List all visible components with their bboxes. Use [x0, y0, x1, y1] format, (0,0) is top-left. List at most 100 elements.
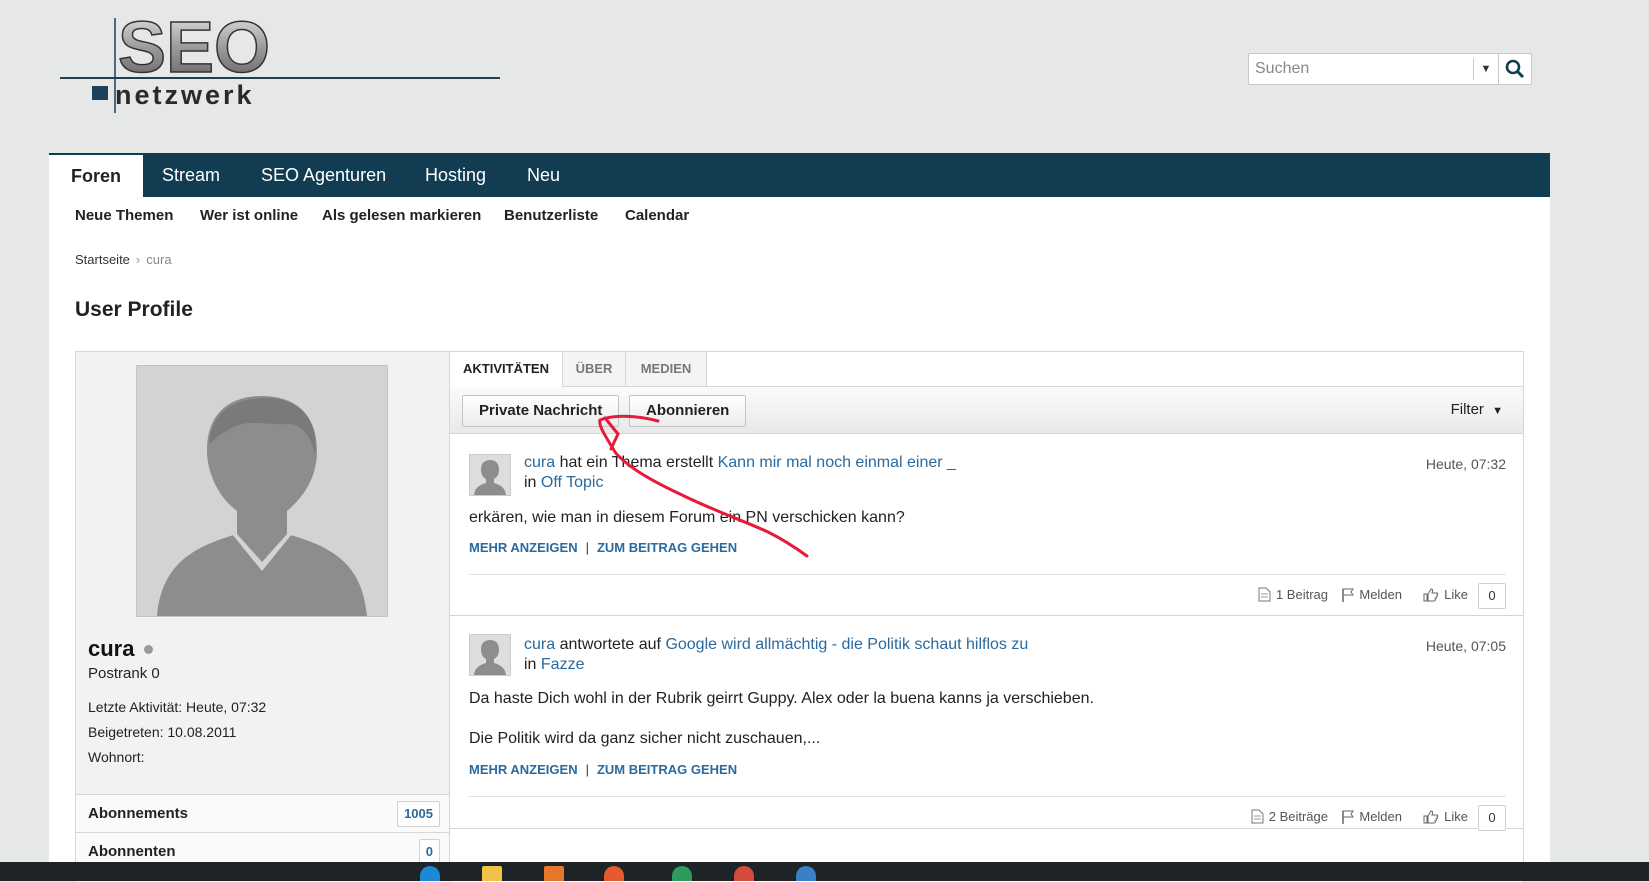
store-icon[interactable] — [544, 866, 564, 881]
activity-toolbar: Private Nachricht Abonnieren Filter ▼ — [450, 387, 1523, 434]
like-button[interactable]: Like — [1423, 809, 1468, 824]
tab-medien[interactable]: MEDIEN — [626, 352, 707, 386]
post-avatar[interactable] — [469, 454, 511, 496]
search-input[interactable] — [1249, 55, 1473, 83]
stat-row-abonnements[interactable]: Abonnements 1005 — [76, 794, 450, 832]
like-button[interactable]: Like — [1423, 587, 1468, 602]
search-options-dropdown[interactable]: ▼ — [1473, 58, 1498, 80]
chevron-right-icon: › — [135, 252, 141, 267]
tab-ueber[interactable]: ÜBER — [563, 352, 626, 386]
breadcrumb: Startseite › cura — [75, 252, 172, 267]
profile-username: cura — [88, 636, 135, 661]
profile-location: Wohnort: — [88, 749, 145, 765]
post-header: cura antwortete auf Google wird allmächt… — [524, 636, 1028, 654]
edge-icon[interactable] — [420, 866, 440, 881]
activity-post: cura antwortete auf Google wird allmächt… — [450, 616, 1523, 831]
post-forum-line: in Fazze — [524, 656, 584, 674]
folder-icon[interactable] — [482, 866, 502, 881]
firefox-icon[interactable] — [604, 866, 624, 881]
like-count: 0 — [1478, 583, 1506, 609]
profile-joined: Beigetreten: 10.08.2011 — [88, 724, 237, 740]
stat-label: Abonnenten — [88, 843, 176, 860]
goto-post-link[interactable]: ZUM BEITRAG GEHEN — [597, 762, 737, 777]
online-status-icon — [144, 645, 153, 654]
post-thread-link[interactable]: Kann mir mal noch einmal einer _ — [718, 454, 956, 471]
show-more-link[interactable]: MEHR ANZEIGEN — [469, 540, 578, 555]
user-silhouette-icon — [474, 640, 506, 675]
post-text: Da haste Dich wohl in der Rubrik geirrt … — [469, 690, 1094, 707]
post-time: Heute, 07:32 — [1425, 456, 1506, 472]
app-icon[interactable] — [796, 866, 816, 881]
private-message-button[interactable]: Private Nachricht — [462, 395, 620, 427]
profile-rank: Postrank 0 — [88, 665, 160, 682]
user-silhouette-icon — [157, 396, 367, 616]
caret-down-icon: ▼ — [1492, 405, 1503, 417]
report-label: Melden — [1359, 587, 1402, 602]
post-text: Die Politik wird da ganz sicher nicht zu… — [469, 730, 821, 747]
search-bar: ▼ — [1248, 53, 1532, 85]
like-count: 0 — [1478, 805, 1506, 831]
search-box: ▼ — [1248, 53, 1499, 85]
report-button[interactable]: Melden — [1342, 809, 1402, 824]
post-forum-link[interactable]: Off Topic — [541, 474, 604, 491]
thumbs-up-icon — [1423, 587, 1439, 601]
post-replies-label: 1 Beitrag — [1275, 587, 1328, 602]
subscribe-button[interactable]: Abonnieren — [629, 395, 747, 427]
subnav-benutzerliste[interactable]: Benutzerliste — [504, 207, 598, 224]
subnav-als-gelesen-markieren[interactable]: Als gelesen markieren — [322, 207, 481, 224]
os-taskbar — [0, 862, 1649, 881]
post-replies[interactable]: 1 Beitrag — [1258, 587, 1328, 602]
search-icon — [1505, 59, 1525, 79]
post-links: MEHR ANZEIGEN | ZUM BEITRAG GEHEN — [469, 762, 737, 777]
stat-label: Abonnements — [88, 805, 189, 822]
post-forum-line: in Off Topic — [524, 474, 603, 492]
like-label: Like — [1444, 809, 1468, 824]
breadcrumb-current: cura — [146, 252, 172, 267]
activity-post: cura hat ein Thema erstellt Kann mir mal… — [450, 434, 1523, 616]
post-header: cura hat ein Thema erstellt Kann mir mal… — [524, 454, 956, 472]
flag-icon — [1342, 810, 1355, 824]
site-logo[interactable]: SEO netzwerk — [60, 8, 500, 118]
sub-navigation: Neue Themen Wer ist online Als gelesen m… — [49, 197, 1550, 236]
search-button[interactable] — [1499, 53, 1532, 85]
post-thread-link[interactable]: Google wird allmächtig - die Politik sch… — [665, 636, 1028, 653]
ie-icon[interactable] — [672, 866, 692, 881]
profile-last-activity: Letzte Aktivität: Heute, 07:32 — [88, 699, 267, 715]
report-button[interactable]: Melden — [1342, 587, 1402, 602]
nav-tab-neu[interactable]: Neu — [527, 153, 560, 197]
post-footer: 2 Beiträge Melden Like 0 — [469, 796, 1506, 837]
link-separator: | — [585, 762, 589, 777]
profile-tabs: AKTIVITÄTEN ÜBER MEDIEN — [450, 352, 1523, 387]
show-more-link[interactable]: MEHR ANZEIGEN — [469, 762, 578, 777]
subnav-neue-themen[interactable]: Neue Themen — [75, 207, 173, 224]
post-avatar[interactable] — [469, 634, 511, 676]
document-icon — [1251, 809, 1264, 824]
report-label: Melden — [1359, 809, 1402, 824]
nav-tab-seo-agenturen[interactable]: SEO Agenturen — [261, 153, 386, 197]
logo-text-bottom: netzwerk — [115, 80, 255, 110]
post-replies-label: 2 Beiträge — [1268, 809, 1328, 824]
subnav-wer-ist-online[interactable]: Wer ist online — [200, 207, 298, 224]
chrome-icon[interactable] — [734, 866, 754, 881]
activity-panel: AKTIVITÄTEN ÜBER MEDIEN Private Nachrich… — [449, 351, 1524, 882]
like-label: Like — [1444, 587, 1468, 602]
post-text: erkären, wie man in diesem Forum ein PN … — [469, 509, 905, 526]
post-replies[interactable]: 2 Beiträge — [1251, 809, 1328, 824]
goto-post-link[interactable]: ZUM BEITRAG GEHEN — [597, 540, 737, 555]
tab-aktivitaeten[interactable]: AKTIVITÄTEN — [450, 352, 563, 387]
post-user-link[interactable]: cura — [524, 454, 555, 471]
nav-tab-hosting[interactable]: Hosting — [425, 153, 486, 197]
subnav-calendar[interactable]: Calendar — [625, 207, 689, 224]
post-user-link[interactable]: cura — [524, 636, 555, 653]
post-action: hat ein Thema erstellt — [559, 454, 714, 471]
breadcrumb-home-link[interactable]: Startseite — [75, 252, 130, 267]
stat-count[interactable]: 1005 — [397, 801, 440, 827]
nav-tab-foren[interactable]: Foren — [49, 155, 144, 199]
filter-dropdown[interactable]: Filter ▼ — [1451, 401, 1503, 418]
post-in-label: in — [524, 474, 537, 491]
nav-tab-stream[interactable]: Stream — [162, 153, 220, 197]
thumbs-up-icon — [1423, 809, 1439, 823]
post-action: antwortete auf — [559, 636, 661, 653]
filter-label: Filter — [1450, 401, 1484, 418]
post-forum-link[interactable]: Fazze — [541, 656, 585, 673]
